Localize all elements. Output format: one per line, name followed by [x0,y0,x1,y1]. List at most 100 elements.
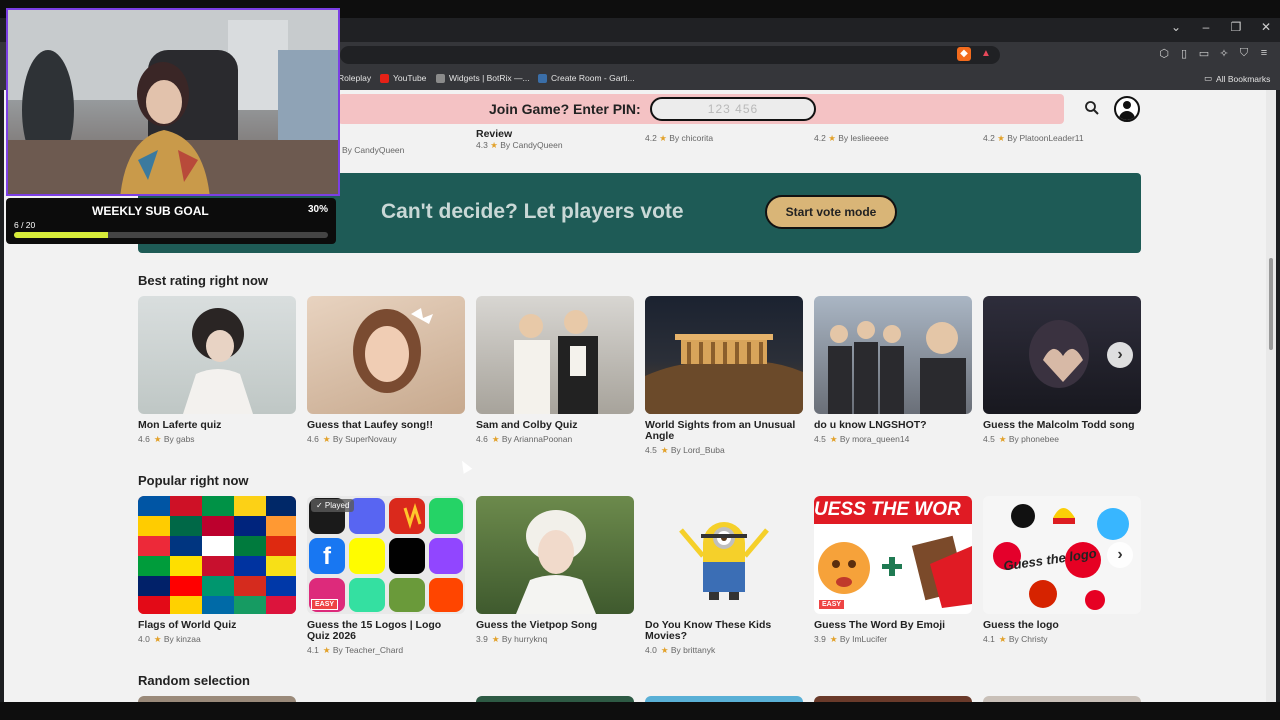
sidebar-icon[interactable]: ▯ [1178,47,1190,60]
card-title: Sam and Colby Quiz [476,419,578,431]
scrollbar-thumb[interactable] [1269,258,1273,350]
card-meta: 3.9 ★ By ImLucifer [814,634,888,644]
bookmark-create-room[interactable]: Create Room - Garti... [538,73,635,83]
quiz-card[interactable]: f ✓ Played EASY Guess the 15 Logos | Log… [307,496,465,656]
bookmark-widgets[interactable]: Widgets | BotRix —... [436,73,530,83]
section-title-random: Random selection [138,673,250,688]
star-icon: ★ [998,634,1007,644]
vote-text: Can't decide? Let players vote [381,200,684,223]
vpn-icon[interactable]: ⛉ [1238,47,1250,60]
webcam-overlay [6,8,340,196]
extensions-icon[interactable]: ⬡ [1158,47,1170,60]
card-meta: 4.5 ★ By mora_queen14 [814,434,910,444]
bookmark-label: Roleplay [338,73,372,83]
bookmark-label: YouTube [393,73,427,83]
card-title: Review [476,128,513,140]
quiz-card[interactable]: do u know LNGSHOT? 4.5 ★ By mora_queen14 [814,296,972,445]
star-icon: ★ [829,434,838,444]
bookmark-youtube[interactable]: YouTube [380,73,426,83]
quiz-card[interactable]: UESS THE WOR EASY Guess The Word By Emoj… [814,496,972,645]
bookmark-roleplay[interactable]: Roleplay [338,73,371,83]
quiz-thumbnail [814,296,972,414]
top-card-meta[interactable]: 4.2 ★ By leslieeeee [814,133,889,144]
quiz-thumbnail [138,496,296,614]
quiz-thumbnail [307,296,465,414]
restore-icon[interactable]: ❐ [1228,20,1244,34]
star-icon: ★ [660,645,669,655]
search-icon[interactable] [1084,100,1104,120]
section-title-popular: Popular right now [138,473,249,488]
card-meta: 4.1 ★ By Christy [983,634,1048,644]
window-controls: ⌄ – ❐ ✕ [1168,20,1274,34]
card-meta: 4.6 ★ By AriannaPoonan [476,434,573,444]
address-bar[interactable] [340,46,1000,64]
easy-badge: EASY [818,599,846,610]
card-meta: 4.1 ★ By Teacher_Chard [307,645,404,655]
top-card-meta[interactable]: 4.2 ★ By PlatoonLeader11 [983,133,1084,144]
quiz-card[interactable]: Guess the logo Guess the logo 4.1 ★ By Ch… [983,496,1141,645]
quiz-card[interactable]: World Sights from an Unusual Angle 4.5 ★ … [645,296,803,456]
brave-shield-icon[interactable]: ◆ [957,47,971,61]
toolbar-icons: ⬡ ▯ ▭ ✧ ⛉ ≡ [1158,47,1270,60]
page-scrollbar[interactable] [1266,90,1276,702]
card-meta: 3.9 ★ By hurryknq [476,634,548,644]
bookmark-label: Widgets | BotRix —... [449,73,530,83]
close-icon[interactable]: ✕ [1258,20,1274,34]
tab-search-icon[interactable]: ⌄ [1168,20,1184,34]
quiz-card[interactable]: Mon Laferte quiz 4.6 ★ By gabs [138,296,296,445]
chevron-right-icon[interactable]: › [1107,542,1133,568]
minimize-icon[interactable]: – [1198,20,1214,34]
star-icon: ★ [998,434,1007,444]
card-title: Guess the 15 Logos | Logo Quiz 2026 [307,619,442,642]
card-title: World Sights from an Unusual Angle [645,419,796,442]
played-badge: ✓ Played [311,499,355,512]
bookmark-label: Create Room - Garti... [551,73,635,83]
start-vote-button[interactable]: Start vote mode [765,195,897,229]
quiz-card[interactable]: Guess that Laufey song!! 4.6 ★ By SuperNo… [307,296,465,445]
top-card-meta[interactable]: By CandyQueen [342,145,404,155]
star-icon: ★ [491,434,500,444]
quiz-thumbnail: UESS THE WOR EASY [814,496,972,614]
card-title: Flags of World Quiz [138,619,237,631]
star-icon: ★ [829,634,838,644]
menu-icon[interactable]: ≡ [1258,47,1270,60]
top-card-meta[interactable]: 4.2 ★ By chicorita [645,133,713,144]
top-card[interactable]: Review 4.3 ★ By CandyQueen [476,128,563,151]
wallet-icon[interactable]: ▭ [1198,47,1210,60]
star-icon: ★ [153,434,162,444]
quiz-card[interactable]: Guess the Malcolm Todd song 4.5 ★ By phon… [983,296,1141,445]
all-bookmarks[interactable]: ▭ All Bookmarks [1204,73,1270,84]
profile-avatar-icon[interactable] [1114,96,1140,122]
star-icon: ★ [322,645,331,655]
taskbar-strip [0,702,1280,720]
pin-input[interactable]: 123 456 [650,97,816,121]
quiz-card[interactable]: Guess the Vietpop Song 3.9 ★ By hurryknq [476,496,634,645]
goal-count: 6 / 20 [14,220,36,230]
star-icon: ★ [491,634,500,644]
card-meta: 4.0 ★ By brittanyk [645,645,716,655]
quiz-card[interactable]: Sam and Colby Quiz 4.6 ★ By AriannaPoonan [476,296,634,445]
card-title: Guess the Vietpop Song [476,619,598,631]
star-icon: ★ [997,133,1005,143]
card-title: Do You Know These Kids Movies? [645,619,772,642]
screen: ⌄ – ❐ ✕ ◆ ▲ ⬡ ▯ ▭ ✧ ⛉ ≡ Roleplay YouTube… [0,0,1280,720]
star-icon: ★ [828,133,836,143]
card-meta: 4.5 ★ By Lord_Buba [645,445,725,455]
star-icon: ★ [153,634,162,644]
card-title: Mon Laferte quiz [138,419,222,431]
pin-label: Join Game? Enter PIN: [489,101,641,117]
emoji-banner: UESS THE WOR [814,496,972,524]
star-icon: ★ [322,434,331,444]
easy-badge: EASY [311,599,339,610]
quiz-thumbnail: f ✓ Played EASY [307,496,465,614]
quiz-card[interactable]: Flags of World Quiz 4.0 ★ By kinzaa [138,496,296,645]
card-meta: 4.6 ★ By SuperNovauy [307,434,397,444]
chevron-right-icon[interactable]: › [1107,342,1133,368]
card-title: Guess The Word By Emoji [814,619,946,631]
avatar-body [1119,111,1135,120]
leo-ai-icon[interactable]: ✧ [1218,47,1230,60]
brave-rewards-icon[interactable]: ▲ [979,47,993,61]
card-title: Guess that Laufey song!! [307,419,434,431]
card-title: Guess the Malcolm Todd song [983,419,1135,431]
quiz-card[interactable]: Do You Know These Kids Movies? 4.0 ★ By b… [645,496,803,656]
